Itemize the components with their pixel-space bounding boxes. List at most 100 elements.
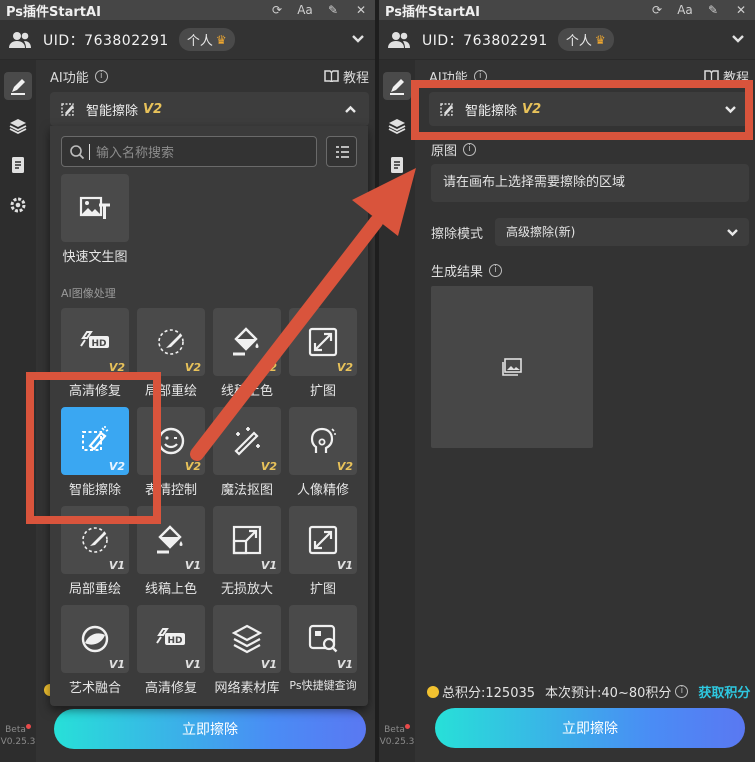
svg-text:HD: HD bbox=[92, 339, 107, 349]
title-bar: Ps插件StartAI ⟳ Aa ✎ ✕ bbox=[0, 0, 375, 20]
tile-upscale[interactable]: V1 bbox=[213, 506, 281, 574]
hd-icon: HD bbox=[156, 628, 185, 646]
ai-function-header: AI功能 i 教程 bbox=[50, 66, 375, 86]
sidebar-item-ai-tools[interactable] bbox=[4, 72, 32, 100]
layers-icon[interactable] bbox=[9, 117, 27, 135]
erase-now-button[interactable]: 立即擦除 bbox=[435, 708, 745, 748]
beta-dot bbox=[25, 724, 31, 729]
book-icon bbox=[324, 70, 339, 82]
selected-tool-label: 智能擦除 bbox=[86, 103, 139, 119]
tile-expand[interactable]: V2 bbox=[289, 308, 357, 376]
blend-icon bbox=[81, 625, 109, 653]
pin-icon[interactable]: ✎ bbox=[699, 3, 727, 17]
erase-mode-value: 高级擦除(新) bbox=[506, 225, 576, 239]
brush-icon bbox=[158, 329, 184, 355]
uid-text: UID：763802291 bbox=[43, 32, 169, 49]
magic-wand-icon bbox=[234, 427, 260, 456]
plan-badge-label: 个人 bbox=[186, 34, 213, 49]
upscale-icon bbox=[232, 525, 262, 555]
paint-bucket-icon bbox=[157, 525, 183, 554]
tile-blend[interactable]: V1 bbox=[61, 605, 129, 673]
version-label: V0.25.3 bbox=[0, 737, 36, 747]
tile-hd[interactable]: HD V1 bbox=[137, 605, 205, 673]
points-bar: 总积分:125035 本次预计:40~80积分 i 获取积分 bbox=[427, 682, 755, 701]
result-label: 生成结果 i bbox=[431, 261, 503, 280]
expand-icon bbox=[308, 525, 338, 555]
tile-label: 扩图 bbox=[309, 582, 336, 597]
tile-shortcut-search[interactable]: V1 bbox=[289, 605, 357, 673]
tile-brush[interactable]: V2 bbox=[137, 308, 205, 376]
crown-icon: ♛ bbox=[215, 32, 227, 47]
version-badge: V1 bbox=[184, 658, 201, 671]
font-size-icon[interactable]: Aa bbox=[671, 3, 699, 17]
app-title: Ps插件StartAI bbox=[385, 4, 480, 20]
search-placeholder: 输入名称搜索 bbox=[96, 146, 175, 161]
sidebar-item-ai-tools[interactable] bbox=[383, 72, 411, 100]
info-icon[interactable]: i bbox=[94, 69, 108, 83]
pen-icon bbox=[390, 79, 404, 95]
version-badge: V1 bbox=[108, 559, 125, 572]
highlight-box-eraser-tile bbox=[26, 372, 161, 524]
users-icon bbox=[388, 31, 410, 48]
version-badge: V2 bbox=[184, 361, 201, 374]
crown-icon: ♛ bbox=[594, 32, 606, 47]
selection-hint-box[interactable]: 请在画布上选择需要擦除的区域 bbox=[431, 164, 749, 202]
pin-icon[interactable]: ✎ bbox=[319, 3, 347, 17]
version-badge: V2 bbox=[336, 361, 353, 374]
beta-badge: Beta V0.25.3 bbox=[0, 724, 36, 748]
document-icon[interactable] bbox=[388, 156, 406, 174]
tile-label: 魔法抠图 bbox=[220, 483, 273, 498]
list-view-button[interactable] bbox=[326, 136, 357, 167]
layers-icon[interactable] bbox=[388, 117, 406, 135]
pen-icon bbox=[11, 79, 25, 95]
tile-portrait[interactable]: V2 bbox=[289, 407, 357, 475]
get-points-link[interactable]: 获取积分 bbox=[698, 682, 750, 701]
text-to-image-icon bbox=[79, 196, 110, 219]
paint-bucket-icon bbox=[233, 327, 259, 356]
beta-badge: Beta V0.25.3 bbox=[379, 724, 415, 748]
info-icon[interactable]: i bbox=[463, 143, 477, 156]
info-icon[interactable]: i bbox=[675, 685, 689, 698]
tutorial-label: 教程 bbox=[342, 70, 369, 86]
version-badge: V2 bbox=[336, 460, 353, 473]
plan-badge[interactable]: 个人 ♛ bbox=[178, 28, 235, 51]
version-badge: V1 bbox=[108, 658, 125, 671]
version-badge: V1 bbox=[260, 559, 277, 572]
tile-paint-bucket[interactable]: V2 bbox=[213, 308, 281, 376]
chevron-up-icon[interactable] bbox=[344, 103, 357, 116]
svg-text:HD: HD bbox=[168, 636, 183, 646]
text-cursor bbox=[89, 143, 90, 160]
image-placeholder-icon bbox=[502, 358, 522, 376]
erase-mode-select[interactable]: 高级擦除(新) bbox=[495, 218, 749, 246]
tile-expand[interactable]: V1 bbox=[289, 506, 357, 574]
document-icon[interactable] bbox=[9, 156, 27, 174]
app-title: Ps插件StartAI bbox=[6, 4, 101, 20]
plan-badge[interactable]: 个人 ♛ bbox=[557, 28, 614, 51]
close-icon[interactable]: ✕ bbox=[347, 3, 375, 17]
tile-label: 高清修复 bbox=[144, 681, 197, 696]
chevron-down-icon[interactable] bbox=[731, 32, 745, 46]
search-input[interactable]: 输入名称搜索 bbox=[61, 136, 317, 167]
gear-icon[interactable] bbox=[9, 196, 27, 214]
version-badge: V1 bbox=[184, 559, 201, 572]
tile-label: 人像精修 bbox=[296, 483, 349, 498]
refresh-icon[interactable]: ⟳ bbox=[263, 3, 291, 17]
chevron-down-icon[interactable] bbox=[351, 32, 365, 46]
tile-label: Ps快捷键查询 bbox=[289, 679, 357, 692]
tile-layers[interactable]: V1 bbox=[213, 605, 281, 673]
font-size-icon[interactable]: Aa bbox=[291, 3, 319, 17]
beta-label: Beta bbox=[384, 725, 405, 735]
user-bar: UID：763802291 个人 ♛ bbox=[379, 20, 755, 60]
close-icon[interactable]: ✕ bbox=[727, 3, 755, 17]
erase-now-button[interactable]: 立即擦除 bbox=[54, 709, 366, 749]
tutorial-link[interactable]: 教程 bbox=[324, 67, 369, 86]
refresh-icon[interactable]: ⟳ bbox=[643, 3, 671, 17]
tile-text-to-image[interactable] bbox=[61, 174, 129, 242]
result-preview bbox=[431, 286, 593, 448]
uid-text: UID：763802291 bbox=[422, 32, 548, 49]
info-icon[interactable]: i bbox=[489, 264, 503, 277]
tool-select[interactable]: 智能擦除 V2 bbox=[50, 92, 369, 126]
tile-magic-wand[interactable]: V2 bbox=[213, 407, 281, 475]
layers-icon bbox=[231, 624, 263, 654]
tile-hd[interactable]: HD V2 bbox=[61, 308, 129, 376]
